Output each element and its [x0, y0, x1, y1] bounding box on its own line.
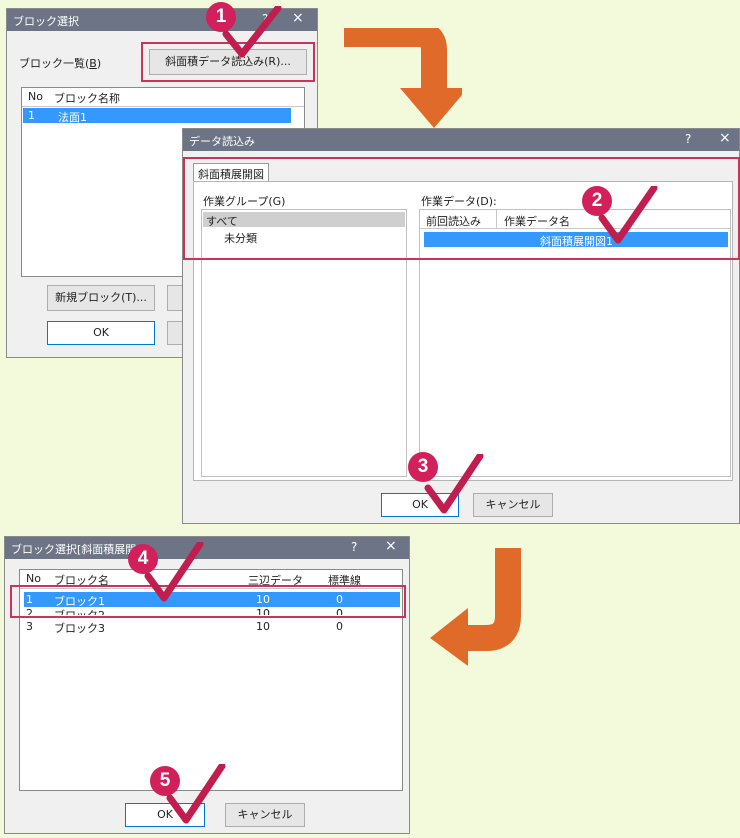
row-standard-line[interactable]: 0	[336, 620, 343, 633]
row-no[interactable]: 3	[26, 620, 33, 633]
col-header-no[interactable]: No	[28, 90, 43, 103]
row-3d-data[interactable]: 10	[256, 620, 270, 633]
dialog-title: データ読込み	[189, 135, 255, 148]
checkmark-icon	[144, 542, 204, 602]
checkmark-icon	[166, 764, 226, 824]
checkmark-icon	[424, 454, 484, 514]
close-button[interactable]: ×	[292, 10, 304, 26]
checkmark-icon	[222, 6, 282, 58]
close-button[interactable]: ×	[719, 130, 731, 146]
row-name: 法面1	[58, 111, 87, 124]
curved-arrow-down-left-icon	[430, 548, 521, 666]
close-button[interactable]: ×	[385, 538, 397, 554]
new-block-button[interactable]: 新規ブロック(T)...	[47, 285, 155, 311]
highlight-box-block1	[10, 585, 406, 618]
block-list-label: ブロック一覧(B)	[19, 57, 102, 70]
title-bar: データ読込み ? ×	[183, 129, 739, 151]
help-button[interactable]: ?	[351, 540, 357, 554]
col-header-name[interactable]: ブロック名称	[54, 90, 120, 106]
title-bar: ブロック選択[斜面積展開 ? ×	[5, 537, 409, 559]
help-button[interactable]: ?	[685, 132, 691, 146]
checkmark-icon	[598, 186, 658, 244]
col-header-no[interactable]: No	[26, 572, 41, 585]
curved-arrow-down-right-icon	[344, 28, 462, 128]
row-no: 1	[28, 109, 35, 122]
ok-button[interactable]: OK	[47, 321, 155, 345]
cancel-button[interactable]: キャンセル	[225, 803, 305, 827]
cancel-button[interactable]: キャンセル	[473, 493, 553, 517]
dialog-title: ブロック選択	[13, 15, 79, 28]
dialog-title: ブロック選択[斜面積展開	[11, 543, 137, 556]
row-name[interactable]: ブロック3	[54, 620, 105, 636]
